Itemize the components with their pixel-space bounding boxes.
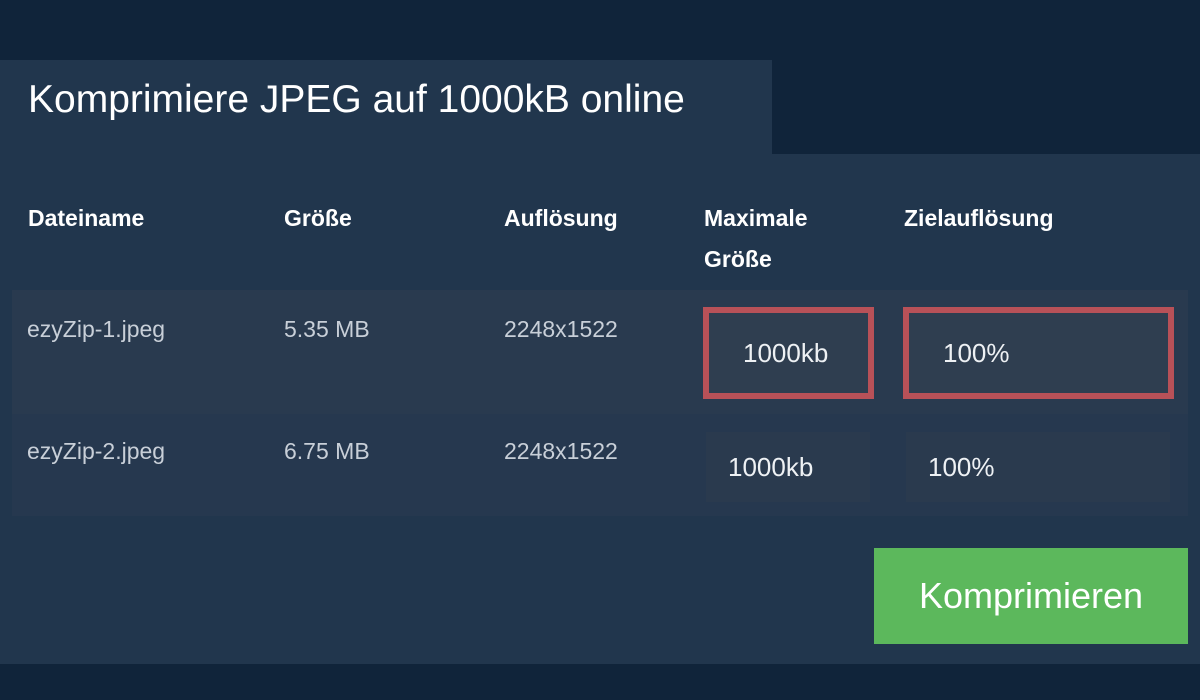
row2-size: 6.75 MB [284, 438, 370, 464]
row2-max-size-input[interactable]: 1000kb [706, 432, 870, 502]
row2-target-resolution-input[interactable]: 100% [906, 432, 1170, 502]
row2-resolution: 2248x1522 [504, 438, 618, 464]
row1-target-resolution-input[interactable]: 100% [903, 307, 1174, 399]
header-filename: Dateiname [28, 205, 145, 231]
row1-resolution: 2248x1522 [504, 316, 618, 342]
header-size: Größe [284, 205, 352, 231]
row1-filename: ezyZip-1.jpeg [27, 316, 166, 342]
header-max-size-line1: Maximale [704, 205, 808, 231]
page-title: Komprimiere JPEG auf 1000kB online [28, 78, 685, 121]
row2-filename: ezyZip-2.jpeg [27, 438, 166, 464]
page: Komprimiere JPEG auf 1000kB online Datei… [0, 0, 1200, 700]
row1-size: 5.35 MB [284, 316, 370, 342]
bottom-strip [0, 664, 1200, 700]
header-resolution: Auflösung [504, 205, 618, 231]
row1-max-size-input[interactable]: 1000kb [703, 307, 874, 399]
header-target-resolution: Zielauflösung [904, 205, 1054, 231]
header-max-size: Maximale Größe [704, 198, 808, 280]
compress-button[interactable]: Komprimieren [874, 548, 1188, 644]
header-max-size-line2: Größe [704, 246, 772, 272]
